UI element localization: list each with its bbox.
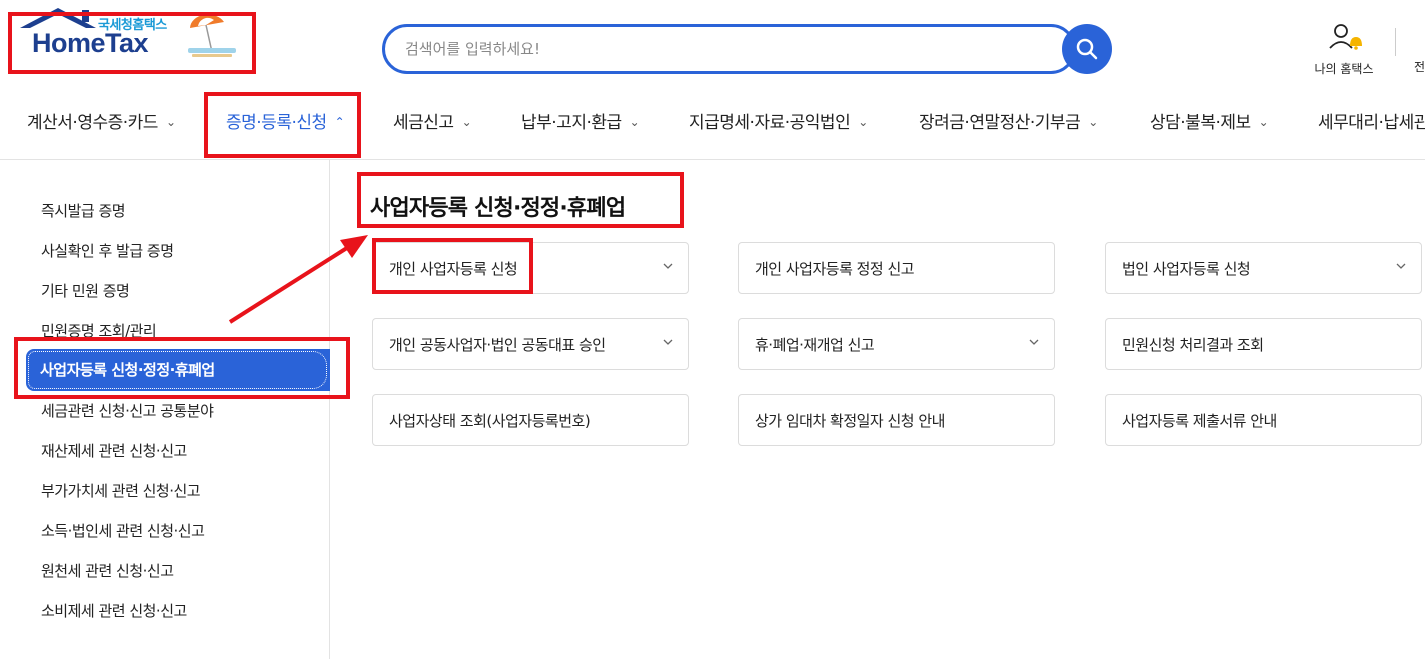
- search-bar: [382, 24, 1076, 74]
- nav-item-label: 납부·고지·환급: [521, 113, 622, 133]
- sidebar-item-property-tax[interactable]: 재산제세 관련 신청·신고: [41, 440, 187, 461]
- sidebar-item-instant-cert[interactable]: 즉시발급 증명: [41, 200, 126, 221]
- card-joint-business-approval[interactable]: 개인 공동사업자·법인 공동대표 승인: [372, 318, 689, 370]
- card-closure-report[interactable]: 휴·폐업·재개업 신고: [738, 318, 1055, 370]
- card-label: 상가 임대차 확정일자 신청 안내: [755, 412, 945, 430]
- sidebar-item-verified-cert[interactable]: 사실확인 후 발급 증명: [41, 240, 174, 261]
- card-label: 개인 공동사업자·법인 공동대표 승인: [389, 336, 606, 354]
- nav-item-label: 상담·불복·제보: [1150, 113, 1251, 133]
- nav-item-consult[interactable]: 상담·불복·제보 ⌄: [1150, 108, 1269, 133]
- hometax-page: 국세청홈택스 HomeTax 나의 홈택스 전 계: [0, 0, 1425, 659]
- nav-item-statement[interactable]: 지급명세·자료·공익법인 ⌄: [689, 108, 868, 133]
- search-input[interactable]: [405, 27, 1045, 71]
- sidebar-item-common[interactable]: 세금관련 신청·신고 공통분야: [41, 400, 214, 421]
- card-label: 개인 사업자등록 정정 신고: [755, 260, 915, 278]
- nav-item-agent[interactable]: 세무대리·납세관: [1318, 108, 1425, 133]
- nav-item-tax-report[interactable]: 세금신고 ⌄: [393, 108, 472, 133]
- nav-item-label: 계산서·영수증·카드: [27, 113, 158, 133]
- card-business-status[interactable]: 사업자상태 조회(사업자등록번호): [372, 394, 689, 446]
- my-hometax-link[interactable]: 나의 홈택스: [1304, 22, 1384, 77]
- chevron-down-icon: [663, 339, 673, 345]
- nav-item-label: 장려금·연말정산·기부금: [919, 113, 1081, 133]
- card-label: 법인 사업자등록 신청: [1122, 260, 1251, 278]
- title-highlight-box: [357, 172, 684, 228]
- nav-item-label: 지급명세·자료·공익법인: [689, 113, 851, 133]
- card-application-result[interactable]: 민원신청 처리결과 조회: [1105, 318, 1422, 370]
- nav-item-incentive[interactable]: 장려금·연말정산·기부금 ⌄: [919, 108, 1098, 133]
- search-icon: [1076, 38, 1098, 60]
- chevron-down-icon: ⌄: [461, 115, 472, 129]
- nav-highlight-box: [204, 92, 361, 158]
- user-bell-icon: [1329, 24, 1362, 50]
- card-label: 민원신청 처리결과 조회: [1122, 336, 1264, 354]
- card-required-documents[interactable]: 사업자등록 제출서류 안내: [1105, 394, 1422, 446]
- card-label: 휴·폐업·재개업 신고: [755, 336, 875, 354]
- sidebar-item-consumption-tax[interactable]: 소비제세 관련 신청·신고: [41, 600, 187, 621]
- card-individual-correction[interactable]: 개인 사업자등록 정정 신고: [738, 242, 1055, 294]
- sidebar-highlight-box: [14, 337, 350, 399]
- nav-item-label: 세무대리·납세관: [1318, 113, 1425, 133]
- sidebar: 즉시발급 증명 사실확인 후 발급 증명 기타 민원 증명 민원증명 조회/관리…: [0, 160, 330, 659]
- card-highlight-box: [372, 238, 533, 294]
- chevron-down-icon: ⌄: [629, 115, 640, 129]
- chevron-down-icon: ⌄: [858, 115, 868, 129]
- my-hometax-label: 나의 홈택스: [1314, 62, 1374, 76]
- card-lease-date[interactable]: 상가 임대차 확정일자 신청 안내: [738, 394, 1055, 446]
- chevron-down-icon: ⌄: [165, 115, 176, 129]
- nav-item-payment[interactable]: 납부·고지·환급 ⌄: [521, 108, 640, 133]
- chevron-down-icon: [1029, 339, 1039, 345]
- chevron-down-icon: [1396, 263, 1406, 269]
- nav-item-label: 세금신고: [393, 113, 454, 133]
- sidebar-item-withholding[interactable]: 원천세 관련 신청·신고: [41, 560, 174, 581]
- card-label: 사업자상태 조회(사업자등록번호): [389, 412, 591, 430]
- chevron-down-icon: [663, 263, 673, 269]
- card-label: 사업자등록 제출서류 안내: [1122, 412, 1277, 430]
- sidebar-item-income-tax[interactable]: 소득·법인세 관련 신청·신고: [41, 520, 205, 541]
- sidebar-item-other-cert[interactable]: 기타 민원 증명: [41, 280, 130, 301]
- search-button[interactable]: [1062, 24, 1112, 74]
- logo-highlight-box: [8, 12, 256, 74]
- card-corporate-registration[interactable]: 법인 사업자등록 신청: [1105, 242, 1422, 294]
- nav-item-invoice[interactable]: 계산서·영수증·카드 ⌄: [27, 108, 176, 133]
- sidebar-item-vat[interactable]: 부가가치세 관련 신청·신고: [41, 480, 201, 501]
- chevron-down-icon: ⌄: [1088, 115, 1098, 129]
- header-divider: [1395, 28, 1396, 56]
- header-cut-label[interactable]: 전: [1414, 58, 1425, 75]
- chevron-down-icon: ⌄: [1258, 115, 1269, 129]
